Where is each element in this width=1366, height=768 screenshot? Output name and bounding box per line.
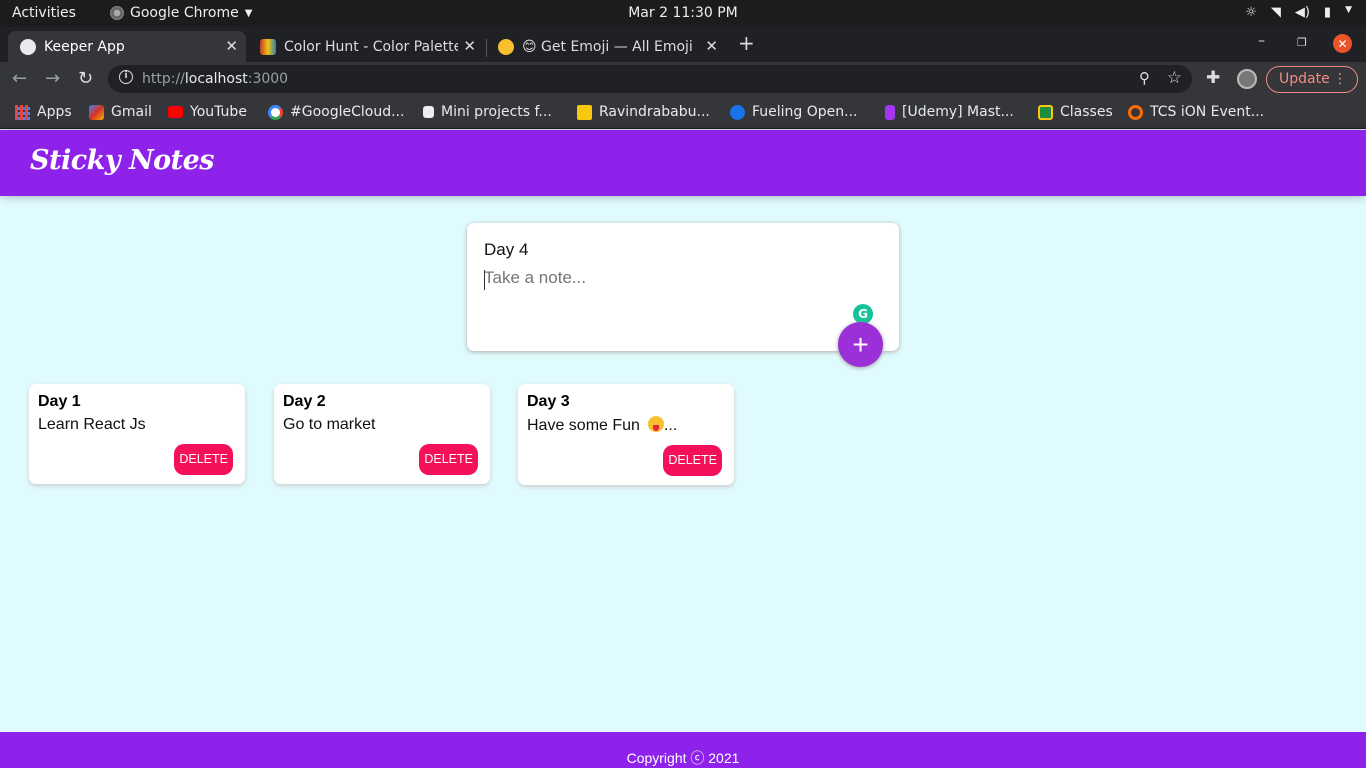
bookmark-fueling-open[interactable]: Fueling Open... (730, 104, 858, 120)
note-card: Day 2 Go to market DELETE (274, 384, 490, 484)
color-hunt-icon (260, 38, 276, 55)
note-title-input[interactable]: Day 4 (484, 240, 528, 260)
url-port: :3000 (247, 71, 289, 87)
wifi-icon: ◥ (1270, 5, 1281, 20)
brightness-icon: ☼ (1245, 5, 1257, 20)
maximize-icon[interactable]: ❐ (1297, 36, 1307, 49)
bookmark-googlecloud[interactable]: #GoogleCloud... (268, 104, 404, 120)
menu-dots-icon: ⋮ (1333, 71, 1347, 87)
globe-icon (20, 38, 36, 55)
text-cursor (484, 270, 485, 290)
grammarly-icon[interactable]: G (853, 304, 873, 324)
window-close-icon[interactable]: ✕ (1333, 34, 1352, 53)
bookmark-apps[interactable]: Apps (15, 104, 72, 120)
copyright-text: Copyright ⓒ 2021 (626, 750, 740, 766)
system-top-bar: Activities Google Chrome ▼ Mar 2 11:30 P… (0, 0, 1366, 27)
emoji-icon (498, 38, 514, 55)
tab-label: 😊 Get Emoji — All Emojis (522, 38, 692, 55)
note-content: Have some Fun (527, 417, 640, 434)
bookmark-star-icon[interactable]: ☆ (1167, 68, 1182, 88)
bookmark-label: Ravindrababu... (599, 104, 710, 120)
app-footer: Copyright ⓒ 2021 (0, 732, 1366, 768)
bookmark-ravindrababu[interactable]: Ravindrababu... (577, 104, 710, 120)
youtube-icon (168, 106, 183, 118)
bookmark-udemy[interactable]: [Udemy] Mast... (885, 104, 1014, 120)
url-scheme: http:// (142, 71, 185, 87)
close-tab-icon[interactable]: ✕ (463, 37, 476, 55)
update-label: Update (1279, 71, 1330, 87)
note-title: Day 1 (38, 393, 81, 410)
fueling-icon (730, 104, 745, 120)
zoom-icon[interactable]: ⚲ (1139, 69, 1150, 87)
classroom-icon (1038, 104, 1053, 120)
note-content: Learn React Js (38, 416, 146, 433)
bookmark-gmail[interactable]: Gmail (89, 104, 152, 120)
profile-avatar[interactable] (1237, 69, 1257, 89)
delete-button[interactable]: DELETE (419, 444, 478, 475)
note-content-ellipsis: ... (663, 417, 678, 434)
cube-icon (423, 106, 434, 118)
url-text[interactable]: http://localhost:3000 (142, 71, 288, 87)
note-title: Day 2 (283, 393, 326, 410)
forward-icon[interactable]: → (45, 68, 60, 89)
gmail-icon (89, 104, 104, 120)
bookmark-label: #GoogleCloud... (290, 104, 405, 120)
bookmark-mini-projects[interactable]: Mini projects f... (423, 104, 552, 120)
volume-icon: ◀) (1294, 5, 1310, 20)
delete-button[interactable]: DELETE (174, 444, 233, 475)
clock[interactable]: Mar 2 11:30 PM (0, 5, 1366, 21)
note-content: Go to market (283, 416, 376, 433)
bookmarks-bar: Apps Gmail YouTube #GoogleCloud... Mini … (0, 96, 1366, 129)
note-content-wrap: Have some Fun... (527, 416, 677, 435)
note-card: Day 3 Have some Fun... DELETE (518, 384, 734, 485)
bookmark-classes[interactable]: Classes (1038, 104, 1113, 120)
note-content-input[interactable] (484, 268, 864, 288)
apps-grid-icon (15, 104, 30, 120)
bookmark-label: TCS iON Event... (1150, 104, 1265, 120)
bookmark-label: Classes (1060, 104, 1113, 120)
power-menu-icon: ▼ (1345, 5, 1352, 15)
reload-icon[interactable]: ↻ (78, 68, 93, 89)
bookmark-label: Fueling Open... (752, 104, 858, 120)
tcs-ion-icon (1128, 104, 1143, 120)
bookmark-label: Apps (37, 104, 72, 120)
app-title: Sticky Notes (30, 145, 215, 176)
new-tab-icon[interactable]: + (738, 31, 755, 55)
delete-button[interactable]: DELETE (663, 445, 722, 476)
udemy-icon (885, 104, 895, 120)
note-card: Day 1 Learn React Js DELETE (29, 384, 245, 484)
create-note-form: Day 4 G (467, 223, 899, 351)
battery-icon: ▮ (1323, 5, 1332, 20)
add-note-button[interactable]: + (838, 322, 883, 367)
bookmark-label: [Udemy] Mast... (902, 104, 1014, 120)
bookmark-label: Gmail (111, 104, 152, 120)
back-icon[interactable]: ← (12, 68, 27, 89)
minimize-icon[interactable]: – (1258, 33, 1265, 49)
tab-color-hunt[interactable]: Color Hunt - Color Palette ✕ (248, 31, 484, 62)
tab-keeper-app[interactable]: Keeper App ✕ (8, 31, 246, 62)
tab-label: Color Hunt - Color Palette (284, 38, 458, 55)
bookmark-youtube[interactable]: YouTube (168, 104, 247, 120)
extensions-icon[interactable]: ✚ (1206, 68, 1220, 88)
browser-toolbar: ← → ↻ i http://localhost:3000 ⚲ ☆ (0, 62, 1366, 96)
close-tab-icon[interactable]: ✕ (705, 37, 718, 55)
url-host: localhost (184, 71, 248, 87)
site-info-icon[interactable]: i (119, 70, 133, 84)
address-bar[interactable]: i http://localhost:3000 ⚲ ☆ (108, 65, 1192, 93)
ravindrababu-icon (577, 104, 592, 120)
bookmark-label: YouTube (190, 104, 247, 120)
google-icon (268, 104, 283, 120)
bookmark-tcs-ion[interactable]: TCS iON Event... (1128, 104, 1264, 120)
system-tray[interactable]: ☼ ◥ ◀) ▮ ▼ (1245, 5, 1352, 20)
tab-strip: Keeper App ✕ Color Hunt - Color Palette … (0, 27, 1366, 62)
tongue-emoji-icon (647, 416, 664, 432)
bookmark-label: Mini projects f... (441, 104, 552, 120)
note-title: Day 3 (527, 393, 570, 410)
update-button[interactable]: Update ⋮ (1266, 66, 1358, 93)
close-tab-icon[interactable]: ✕ (225, 37, 238, 55)
app-header: Sticky Notes (0, 130, 1366, 196)
tab-label: Keeper App (44, 38, 125, 55)
tab-get-emoji[interactable]: 😊 Get Emoji — All Emojis ✕ (486, 31, 726, 62)
